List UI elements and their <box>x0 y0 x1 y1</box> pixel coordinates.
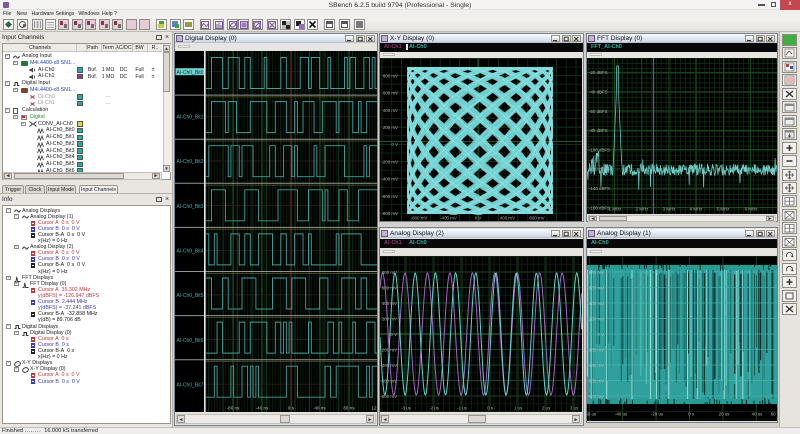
svg-text:-60 us: -60 us <box>587 412 597 417</box>
svg-text:-120 dBFS: -120 dBFS <box>589 167 610 172</box>
svg-text:-80 dBFS: -80 dBFS <box>589 128 608 133</box>
svg-text:0 V: 0 V <box>391 142 398 147</box>
svg-text:0 s: 0 s <box>487 406 494 411</box>
svg-text:200 mV: 200 mV <box>382 316 397 321</box>
svg-text:AI-Ch0_Bit3: AI-Ch0_Bit3 <box>177 204 204 210</box>
svg-text:-100 dBFS: -100 dBFS <box>589 147 610 152</box>
svg-text:2 us: 2 us <box>542 406 551 411</box>
svg-text:1 us: 1 us <box>514 406 523 411</box>
svg-text:-400 mV: -400 mV <box>440 216 457 221</box>
svg-text:20 us: 20 us <box>719 412 731 417</box>
svg-text:-160 dBFS: -160 dBFS <box>589 205 610 210</box>
svg-text:AI-Ch0_Bit4: AI-Ch0_Bit4 <box>177 249 204 255</box>
svg-text:400 mV: 400 mV <box>382 301 397 306</box>
svg-text:-400 mV: -400 mV <box>587 363 604 368</box>
svg-text:-1 us: -1 us <box>457 406 468 411</box>
svg-text:40 ns: 40 ns <box>314 406 326 411</box>
svg-text:200 mV: 200 mV <box>589 316 604 321</box>
svg-text:AI-Ch0_Bit1: AI-Ch0_Bit1 <box>177 115 204 121</box>
svg-text:AI-Ch0_Bit0: AI-Ch0_Bit0 <box>177 70 204 76</box>
svg-text:3 us: 3 us <box>570 406 579 411</box>
svg-text:60 u: 60 u <box>771 412 777 417</box>
svg-text:4 MHz: 4 MHz <box>690 207 703 212</box>
svg-text:-40 us: -40 us <box>615 412 628 417</box>
svg-text:600 mV: 600 mV <box>382 285 397 290</box>
svg-text:-2 us: -2 us <box>429 406 440 411</box>
svg-text:0 s: 0 s <box>688 412 695 417</box>
svg-text:-200 mV: -200 mV <box>380 347 397 352</box>
svg-text:800 mV: 800 mV <box>382 270 397 275</box>
svg-text:-40 ns: -40 ns <box>256 406 269 411</box>
svg-text:-60 dBFS: -60 dBFS <box>589 109 608 114</box>
svg-text:-80 ns: -80 ns <box>227 406 240 411</box>
svg-text:-400 mV: -400 mV <box>380 363 397 368</box>
svg-text:800 mV: 800 mV <box>589 270 604 275</box>
svg-text:-800 mV: -800 mV <box>411 216 428 221</box>
svg-text:-600 mV: -600 mV <box>381 194 398 199</box>
svg-text:40 us: 40 us <box>752 412 764 417</box>
svg-text:3 MHz: 3 MHz <box>663 207 676 212</box>
svg-text:-40 dBFS: -40 dBFS <box>589 90 608 95</box>
svg-text:-20 dBFS: -20 dBFS <box>589 70 608 75</box>
svg-text:1 MHz: 1 MHz <box>609 207 622 212</box>
svg-text:200 mV: 200 mV <box>383 125 398 130</box>
svg-text:-200 mV: -200 mV <box>587 347 604 352</box>
svg-text:400 mV: 400 mV <box>500 216 515 221</box>
svg-text:AI-Ch0_Bit7: AI-Ch0_Bit7 <box>177 382 204 388</box>
svg-text:0 V: 0 V <box>475 216 482 221</box>
svg-text:AI-Ch0_Bit6: AI-Ch0_Bit6 <box>177 338 204 344</box>
svg-text:-800 mV: -800 mV <box>381 211 398 216</box>
svg-text:-20 us: -20 us <box>651 412 664 417</box>
svg-text:AI-Ch0_Bit2: AI-Ch0_Bit2 <box>177 159 204 165</box>
svg-text:400 mV: 400 mV <box>383 108 398 113</box>
svg-text:2 MHz: 2 MHz <box>636 207 649 212</box>
svg-text:800 mV: 800 mV <box>383 73 398 78</box>
svg-text:800 mV: 800 mV <box>529 216 544 221</box>
svg-text:-140 dBFS: -140 dBFS <box>589 186 610 191</box>
svg-text:-400 mV: -400 mV <box>381 177 398 182</box>
svg-text:0 V: 0 V <box>390 332 397 337</box>
svg-text:600 mV: 600 mV <box>383 91 398 96</box>
svg-text:600 mV: 600 mV <box>589 285 604 290</box>
svg-text:-600 mV: -600 mV <box>587 378 604 383</box>
svg-text:-200 mV: -200 mV <box>381 159 398 164</box>
svg-text:12: 12 <box>371 406 377 411</box>
svg-text:-800 mV: -800 mV <box>587 394 604 399</box>
svg-text:0 V: 0 V <box>597 332 604 337</box>
svg-text:5 MHz: 5 MHz <box>717 207 730 212</box>
svg-text:6 MHz: 6 MHz <box>745 207 758 212</box>
svg-text:AI-Ch0_Bit5: AI-Ch0_Bit5 <box>177 293 204 299</box>
svg-text:-800 mV: -800 mV <box>380 394 397 399</box>
svg-text:-3 us: -3 us <box>401 406 412 411</box>
svg-text:0 s: 0 s <box>288 406 295 411</box>
svg-text:80 ns: 80 ns <box>343 406 355 411</box>
svg-text:-600 mV: -600 mV <box>380 378 397 383</box>
svg-text:400 mV: 400 mV <box>589 301 604 306</box>
